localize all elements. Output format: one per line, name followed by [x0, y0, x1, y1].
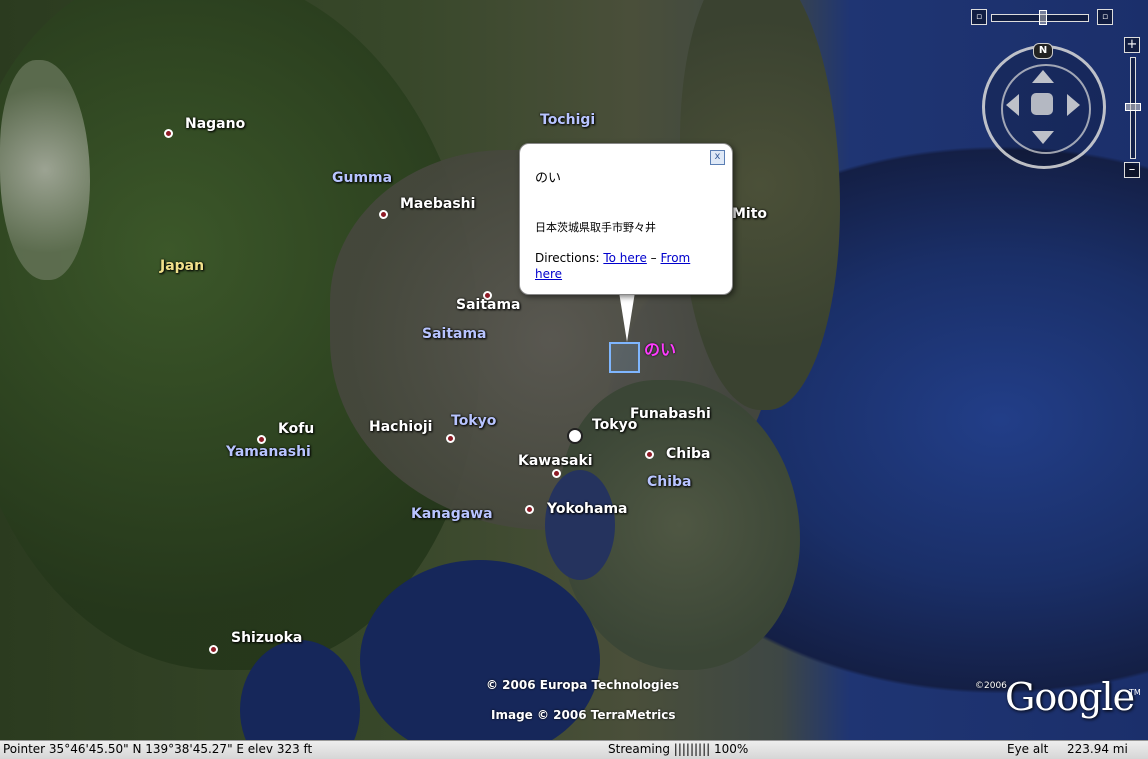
tilt-slider[interactable]: ▫ ▫: [971, 9, 1113, 25]
city-label-nagano[interactable]: Nagano: [185, 116, 245, 132]
pref-label-kanagawa: Kanagawa: [411, 506, 493, 522]
pan-right-icon[interactable]: [1067, 94, 1080, 116]
city-label-yokohama[interactable]: Yokohama: [547, 501, 627, 517]
city-label-hachioji[interactable]: Hachioji: [369, 419, 432, 435]
city-dot-kawasaki[interactable]: [552, 469, 561, 478]
balloon-tail: [619, 292, 635, 342]
eye-alt-value: 223.94 mi: [1067, 742, 1128, 756]
balloon-address: 日本茨城県取手市野々井: [535, 221, 656, 234]
eye-alt-label: Eye alt: [1007, 742, 1049, 756]
trademark-mark: TM: [1129, 688, 1141, 697]
pointer-readout: Pointer 35°46'45.50" N 139°38'45.27" E e…: [3, 742, 313, 756]
sagami-bay: [360, 560, 600, 758]
city-dot-kofu[interactable]: [257, 435, 266, 444]
tilt-up-icon[interactable]: ▫: [1097, 9, 1113, 25]
map-view[interactable]: Japan Nagano Maebashi Saitama Kofu Hachi…: [0, 0, 1148, 758]
city-dot-nagano[interactable]: [164, 129, 173, 138]
navigation-center-button[interactable]: [1031, 93, 1053, 115]
city-label-chiba[interactable]: Chiba: [666, 446, 711, 462]
info-balloon: x のい 日本茨城県取手市野々井 Directions: To here – F…: [519, 143, 733, 295]
pan-up-icon[interactable]: [1032, 70, 1054, 83]
placemark-label[interactable]: のい: [644, 336, 676, 360]
city-label-funabashi[interactable]: Funabashi: [630, 406, 711, 422]
city-dot-shizuoka[interactable]: [209, 645, 218, 654]
logo-copyright: ©2006: [975, 681, 1007, 691]
directions-separator: –: [650, 251, 657, 265]
pref-label-gumma: Gumma: [332, 170, 393, 186]
status-bar: Pointer 35°46'45.50" N 139°38'45.27" E e…: [0, 740, 1148, 759]
pref-label-chiba: Chiba: [647, 474, 692, 490]
close-icon[interactable]: x: [710, 150, 725, 165]
google-logo: Google: [1005, 675, 1135, 719]
zoom-slider[interactable]: + –: [1124, 37, 1141, 179]
directions-label: Directions:: [535, 251, 600, 265]
pan-left-icon[interactable]: [1006, 94, 1019, 116]
pref-label-yamanashi: Yamanashi: [226, 444, 311, 460]
placemark-marker[interactable]: [609, 342, 640, 373]
cursor-crosshair-icon: [567, 428, 583, 444]
city-dot-yokohama[interactable]: [525, 505, 534, 514]
country-label: Japan: [160, 258, 205, 274]
credit-line-2: Image © 2006 TerraMetrics: [491, 708, 676, 722]
pan-down-icon[interactable]: [1032, 131, 1054, 144]
city-label-maebashi[interactable]: Maebashi: [400, 196, 475, 212]
tilt-knob[interactable]: [1039, 10, 1047, 25]
balloon-directions: Directions: To here – From here: [535, 250, 715, 282]
credit-line-1: © 2006 Europa Technologies: [486, 678, 680, 692]
city-label-shizuoka[interactable]: Shizuoka: [231, 630, 302, 646]
streaming-status: Streaming ||||||||| 100%: [608, 742, 749, 756]
city-label-mito[interactable]: Mito: [732, 206, 767, 222]
tokyo-bay: [545, 470, 615, 580]
to-here-link[interactable]: To here: [603, 251, 647, 265]
city-dot-hachioji[interactable]: [446, 434, 455, 443]
zoom-in-button[interactable]: +: [1124, 37, 1140, 53]
city-dot-maebashi[interactable]: [379, 210, 388, 219]
city-label-kawasaki[interactable]: Kawasaki: [518, 453, 593, 469]
city-dot-chiba[interactable]: [645, 450, 654, 459]
tilt-down-icon[interactable]: ▫: [971, 9, 987, 25]
balloon-title: のい: [535, 171, 562, 186]
zoom-knob[interactable]: [1125, 103, 1141, 111]
pref-label-saitama: Saitama: [422, 326, 487, 342]
north-indicator[interactable]: N: [1033, 43, 1053, 59]
pref-label-tochigi: Tochigi: [540, 112, 596, 128]
city-label-saitama[interactable]: Saitama: [456, 297, 521, 313]
zoom-out-button[interactable]: –: [1124, 162, 1140, 178]
city-label-kofu[interactable]: Kofu: [278, 421, 314, 437]
pref-label-tokyo: Tokyo: [451, 413, 497, 429]
